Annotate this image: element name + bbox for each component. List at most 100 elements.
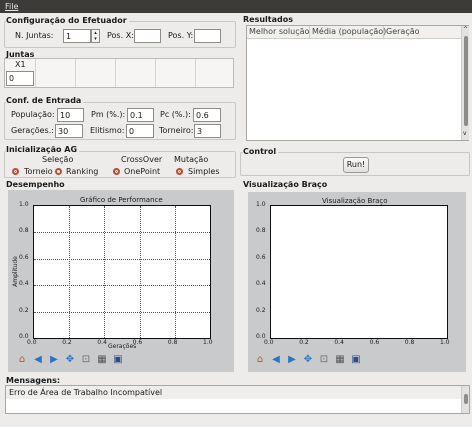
performance-xgrid [139,206,141,338]
performance-xtick-label: 0.8 [167,339,178,346]
elitismo-field[interactable]: 0 [126,124,154,138]
performance-chart-title: Gráfico de Performance [80,196,163,204]
torneiro-label: Torneiro: [159,126,194,135]
mensagens-title: Mensagens: [6,376,61,385]
performance-ygrid [34,311,210,313]
resultados-scrollbar[interactable]: ^ v [461,26,469,140]
control-title: Control [243,147,279,156]
geracoes-field[interactable]: 30 [55,124,83,138]
menu-file[interactable]: File [5,2,18,11]
pos-x-label: Pos. X: [107,31,134,40]
performance-toolbar: ⌂ ◀ ▶ ✥ ⊡ ▦ ▣ [16,354,124,366]
pm-label: Pm (%.): [91,110,126,119]
performance-ytick-label: 0.6 [19,253,29,261]
mensagens-scrollbar[interactable] [461,386,469,413]
simples-label[interactable]: Simples [188,167,219,176]
performance-ygrid [34,285,210,287]
selecao-label: Seleção [42,155,74,164]
pc-label: Pc (%.): [160,110,191,119]
save-icon[interactable]: ▣ [112,354,124,366]
col-geracao[interactable]: Geração [384,26,461,38]
forward-icon[interactable]: ▶ [48,354,60,366]
subplots-icon[interactable]: ▦ [96,354,108,366]
menu-bar: File [0,0,472,13]
performance-xtick-label: 1.0 [203,339,213,346]
forward-icon[interactable]: ▶ [286,354,298,366]
zoom-icon[interactable]: ⊡ [80,354,92,366]
populacao-field[interactable]: 10 [57,108,84,122]
scroll-thumb[interactable] [464,36,468,126]
juntas-grid [35,59,235,87]
performance-ygrid [34,258,210,260]
n-juntas-label: N. Juntas: [15,31,54,40]
geracoes-label: Gerações.: [11,126,54,135]
home-icon[interactable]: ⌂ [16,354,28,366]
performance-ytick-label: 1.0 [19,201,29,208]
scroll-up-icon[interactable]: ^ [463,26,468,33]
pc-field[interactable]: 0.6 [193,108,221,122]
simples-radio[interactable] [176,168,183,175]
entrada-title: Conf. de Entrada [6,96,84,105]
back-icon[interactable]: ◀ [32,354,44,366]
torneiro-field[interactable]: 3 [194,124,221,138]
visualizacao-title: Visualização Braço [243,180,328,189]
save-icon[interactable]: ▣ [350,354,362,366]
mensagens-box: Erro de Área de Trabalho Incompatível [5,385,470,414]
performance-xgrid [104,206,106,338]
arm-xtick-label: 0.6 [369,339,380,346]
junta-x1-value[interactable]: 0 [6,71,34,86]
arm-xtick-label: 0.4 [334,339,344,346]
ranking-label[interactable]: Ranking [66,167,98,176]
performance-xtick-label: 0.2 [62,339,72,346]
arm-ytick-label: 0.8 [256,227,266,235]
home-icon[interactable]: ⌂ [254,354,266,366]
desempenho-title: Desempenho [6,180,65,189]
pos-y-field[interactable] [194,29,221,43]
arm-toolbar: ⌂ ◀ ▶ ✥ ⊡ ▦ ▣ [254,354,362,366]
mensagens-scroll-thumb[interactable] [464,394,468,404]
scroll-down-icon[interactable]: v [463,130,467,137]
pm-field[interactable]: 0.1 [127,108,154,122]
onepoint-label[interactable]: OnePoint [124,167,160,176]
performance-xgrid [69,206,71,338]
spin-arrows[interactable]: ▴ ▾ [91,29,100,43]
pos-x-field[interactable] [134,29,161,43]
run-button[interactable]: Run! [343,157,369,173]
resultados-title: Resultados [243,15,293,24]
n-juntas-spinbox[interactable]: 1 [63,29,91,43]
elitismo-label: Elitismo: [90,126,125,135]
juntas-col-header: X1 [15,60,26,69]
performance-xtick-label: 0.6 [132,339,143,346]
performance-xtick-label: 0.0 [27,339,37,346]
subplots-icon[interactable]: ▦ [334,354,346,366]
arm-axes [270,205,448,339]
zoom-icon[interactable]: ⊡ [318,354,330,366]
resultados-header: Melhor solução Média (população) Geração [247,26,461,39]
pan-icon[interactable]: ✥ [302,354,314,366]
resultados-table: Melhor solução Média (população) Geração… [246,25,469,141]
performance-ylabel: Amplitude [11,256,19,287]
mensagens-text: Erro de Área de Trabalho Incompatível [9,388,163,397]
arm-chart-title: Visualização Braço [322,197,388,205]
inicializacao-title: Inicialização AG [6,145,80,154]
crossover-label: CrossOver [121,155,163,164]
pos-y-label: Pos. Y: [168,31,194,40]
arm-ytick-label: 0.6 [256,253,266,261]
pan-icon[interactable]: ✥ [64,354,76,366]
back-icon[interactable]: ◀ [270,354,282,366]
torneio-label[interactable]: Torneio [24,167,53,176]
torneio-radio[interactable] [12,168,19,175]
performance-ytick-label: 0.2 [19,306,29,314]
performance-ytick-label: 0.4 [19,280,29,288]
performance-xgrid [174,206,176,338]
performance-ytick-label: 0.8 [19,227,29,235]
arm-ytick-label: 0.4 [256,280,266,288]
col-media-populacao[interactable]: Média (população) [310,26,386,38]
onepoint-radio[interactable] [113,168,120,175]
arm-ytick-label: 1.0 [256,201,266,208]
arm-xtick-label: 0.2 [299,339,309,346]
populacao-label: População: [11,110,55,119]
ranking-radio[interactable] [55,168,62,175]
col-melhor-solucao[interactable]: Melhor solução [247,26,310,38]
juntas-table: X1 0 [4,58,235,88]
